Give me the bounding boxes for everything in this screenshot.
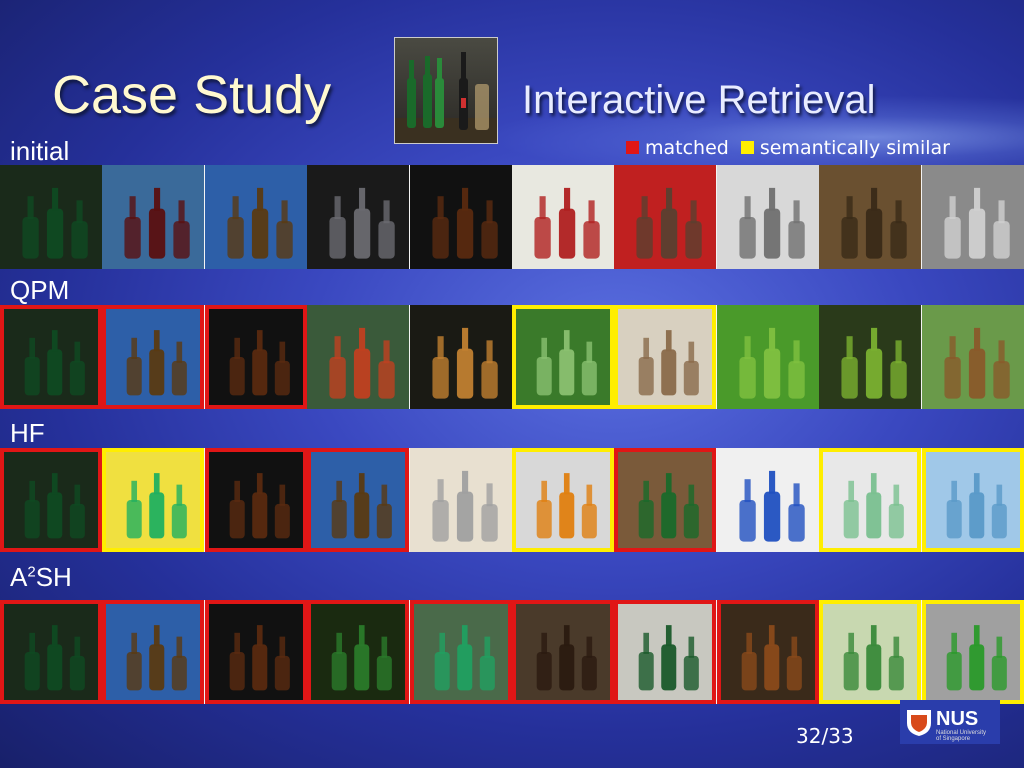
result-image-mountain-dew-bottle[interactable] bbox=[921, 600, 1024, 704]
result-image-brown-green-bottles[interactable] bbox=[204, 165, 307, 269]
row-label-hf: HF bbox=[10, 418, 45, 448]
result-image-parrot[interactable] bbox=[307, 305, 410, 409]
result-image-bottle-collection[interactable] bbox=[409, 165, 512, 269]
result-image-dog-on-lawn[interactable] bbox=[921, 305, 1024, 409]
nus-logo: NUS National University of Singapore bbox=[900, 700, 1000, 744]
result-image-man-behind-bars[interactable] bbox=[819, 165, 922, 269]
matched-swatch bbox=[626, 141, 639, 154]
result-strip-a2sh bbox=[0, 600, 1024, 704]
result-image-wine-glass-green[interactable] bbox=[512, 305, 614, 409]
query-image-bottles bbox=[394, 37, 498, 144]
result-image-green-snake[interactable] bbox=[819, 305, 922, 409]
result-image-coca-cola-bottle[interactable] bbox=[102, 165, 205, 269]
result-image-green-glass-jar[interactable] bbox=[819, 448, 922, 552]
result-image-amber-bottles-row[interactable] bbox=[716, 600, 819, 704]
row-label-qpm: QPM bbox=[10, 275, 70, 305]
row-label-initial: initial bbox=[10, 136, 70, 166]
page-number: 32/33 bbox=[796, 724, 854, 748]
result-image-festival-spray-can[interactable] bbox=[716, 448, 819, 552]
result-strip-initial bbox=[0, 165, 1024, 269]
result-strip-hf bbox=[0, 448, 1024, 552]
similar-label: semantically similar bbox=[759, 136, 950, 159]
result-image-green-beer-bottles[interactable] bbox=[0, 165, 102, 269]
row-label-a2sh: A2SH bbox=[10, 562, 72, 592]
result-image-green-glass-vase[interactable] bbox=[102, 448, 205, 552]
result-image-green-bottle-outdoor[interactable] bbox=[409, 600, 512, 704]
similar-swatch bbox=[740, 141, 754, 154]
result-strip-qpm bbox=[0, 305, 1024, 409]
slide-title: Case Study bbox=[52, 65, 332, 125]
result-image-three-green-bottles[interactable] bbox=[614, 600, 717, 704]
nus-logo-subtext: National University of Singapore bbox=[936, 730, 987, 742]
result-image-brown-green-bottles[interactable] bbox=[102, 305, 205, 409]
result-image-bottle-collection[interactable] bbox=[204, 305, 307, 409]
result-image-glass-kettle[interactable] bbox=[716, 165, 819, 269]
result-image-coke-sprite-bottles[interactable] bbox=[819, 600, 922, 704]
result-image-green-beer-bottles[interactable] bbox=[0, 600, 102, 704]
result-image-water-bottle[interactable] bbox=[921, 448, 1024, 552]
result-image-dark-beer-bottles[interactable] bbox=[512, 600, 614, 704]
result-image-green-beer-bottles[interactable] bbox=[0, 448, 102, 552]
nus-crest-icon bbox=[907, 710, 931, 736]
result-image-glass-jug-splash[interactable] bbox=[921, 165, 1024, 269]
result-image-green-leaf-ladybug[interactable] bbox=[716, 305, 819, 409]
result-image-fridge-bottles[interactable] bbox=[307, 165, 410, 269]
result-image-bottle-collection[interactable] bbox=[204, 600, 307, 704]
result-image-brown-green-bottles[interactable] bbox=[102, 600, 205, 704]
result-image-metal-canister[interactable] bbox=[409, 448, 512, 552]
result-image-brown-green-bottles[interactable] bbox=[307, 448, 410, 552]
result-image-clock-tower-night[interactable] bbox=[409, 305, 512, 409]
result-image-green-bottle-tag[interactable] bbox=[614, 448, 717, 552]
result-image-orange-soda-bottle[interactable] bbox=[512, 448, 614, 552]
result-image-soda-bottles-row[interactable] bbox=[512, 165, 614, 269]
nus-logo-text: NUS bbox=[936, 708, 979, 730]
result-image-green-beer-bottles[interactable] bbox=[0, 305, 102, 409]
legend: matched semantically similar bbox=[624, 136, 960, 159]
result-image-band-on-stage[interactable] bbox=[614, 165, 717, 269]
matched-label: matched bbox=[645, 136, 729, 159]
slide-subtitle: Interactive Retrieval bbox=[522, 78, 876, 122]
result-image-bottle-collection[interactable] bbox=[204, 448, 307, 552]
result-image-row-of-green-beers[interactable] bbox=[307, 600, 410, 704]
result-image-shelf-of-bottles[interactable] bbox=[614, 305, 717, 409]
